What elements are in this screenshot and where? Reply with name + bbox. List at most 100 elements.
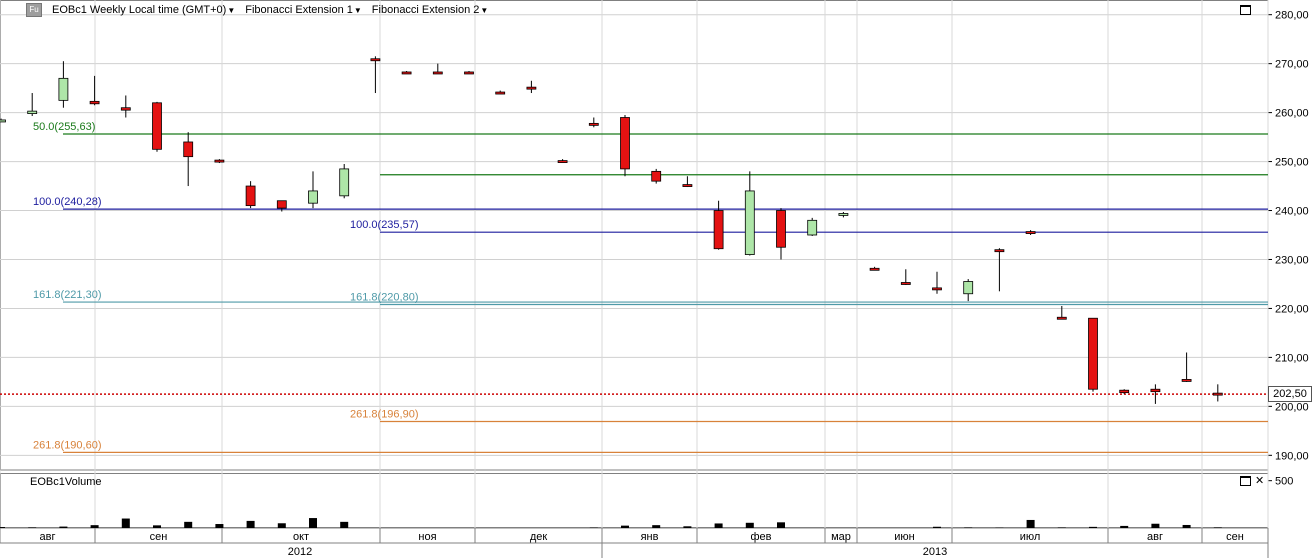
candle-body	[588, 122, 599, 126]
candle-body	[1025, 231, 1036, 234]
volume-bar	[1026, 519, 1035, 528]
fib-level-label: 261.8(196,90)	[350, 409, 419, 421]
volume-bar	[745, 522, 754, 528]
candle	[339, 164, 350, 199]
candle	[682, 176, 693, 188]
candle	[994, 248, 1005, 292]
volume-bar	[246, 520, 255, 528]
month-label: мар	[831, 531, 851, 543]
candle	[744, 171, 755, 256]
candle	[495, 90, 506, 95]
volume-pane-frame	[0, 473, 1269, 528]
price-tick-label: 240,00	[1275, 206, 1309, 218]
volume-bar	[621, 525, 629, 528]
candle	[776, 208, 786, 260]
fib-level-label: 161.8(221,30)	[33, 289, 102, 301]
candle-body	[245, 185, 256, 207]
candle-body	[276, 200, 287, 209]
month-label: сен	[1226, 531, 1244, 543]
candle-body	[432, 71, 443, 75]
candle-body	[776, 210, 786, 248]
candle-body	[183, 141, 194, 158]
month-label: ноя	[418, 531, 436, 543]
volume-bar	[215, 524, 224, 528]
candle-body	[495, 91, 506, 95]
candle	[557, 159, 568, 163]
candle	[526, 80, 537, 94]
volume-bar	[90, 525, 99, 528]
symbol-badge[interactable]: Fu	[26, 3, 42, 17]
candle-body	[1056, 316, 1067, 320]
candle	[432, 63, 443, 75]
price-tick-label: 230,00	[1275, 254, 1309, 266]
study-fib-extension-2[interactable]: Fibonacci Extension 2▼	[372, 4, 489, 16]
candle-body	[152, 102, 162, 150]
candle	[276, 200, 287, 212]
price-tick-label: 200,00	[1275, 401, 1309, 413]
candle-body	[27, 110, 38, 114]
candle-body	[651, 170, 662, 182]
candle-body	[58, 77, 69, 101]
candle-body	[308, 190, 318, 204]
chevron-down-icon: ▼	[353, 6, 362, 15]
volume-bar	[1151, 523, 1160, 528]
candle-body	[838, 213, 849, 216]
chart-header: Fu EOBc1 Weekly Local time (GMT+0)▼ Fibo…	[26, 3, 488, 17]
candle-body	[1088, 317, 1098, 390]
volume-bar	[340, 521, 349, 528]
candle-body	[526, 86, 537, 90]
candle	[1025, 230, 1036, 235]
close-volume-pane-icon[interactable]: ✕	[1255, 476, 1264, 487]
volume-bar	[59, 526, 68, 528]
candle	[89, 75, 100, 106]
candle-body	[120, 107, 131, 111]
price-chart-svg[interactable]: 190,00 200,00 210,00 220,00 230,00 240,00 250,…	[0, 0, 1316, 558]
price-tick-label: 270,00	[1275, 59, 1309, 71]
candle-body	[1150, 388, 1161, 393]
month-label: фев	[750, 531, 771, 543]
price-pane-frame	[0, 0, 1269, 471]
symbol-title: EOBc1 Weekly Local time (GMT+0)	[52, 4, 227, 16]
volume-tick-label: 500	[1275, 476, 1293, 488]
month-label: июн	[894, 531, 914, 543]
candle	[620, 115, 630, 177]
volume-bar	[277, 523, 286, 528]
candle-body	[0, 119, 6, 123]
candle	[932, 271, 942, 294]
candle	[152, 101, 162, 152]
candle	[464, 70, 474, 75]
study-label: Fibonacci Extension 2	[371, 4, 480, 16]
symbol-title-dropdown[interactable]: EOBc1 Weekly Local time (GMT+0)▼	[52, 4, 235, 16]
volume-pane-title: EOBc1Volume	[30, 476, 102, 488]
candle-body	[932, 287, 942, 291]
candle-body	[464, 71, 474, 75]
month-label: авг	[1147, 531, 1163, 543]
candle-body	[89, 100, 100, 105]
candle-body	[214, 159, 225, 163]
chevron-down-icon: ▼	[480, 6, 489, 15]
candle	[713, 200, 724, 250]
volume-bar	[309, 518, 317, 528]
price-tick-label: 220,00	[1275, 303, 1309, 315]
maximize-volume-pane-icon[interactable]	[1240, 476, 1251, 486]
candle-body	[1119, 389, 1130, 394]
candle-body	[713, 210, 724, 250]
candle	[651, 168, 662, 184]
candle	[308, 171, 318, 209]
candle-body	[370, 58, 381, 62]
year-label: 2012	[288, 546, 312, 558]
candle-body	[807, 219, 818, 236]
candle	[869, 266, 880, 271]
month-label: янв	[641, 531, 659, 543]
candle-body	[900, 282, 911, 285]
study-fib-extension-1[interactable]: Fibonacci Extension 1▼	[245, 4, 362, 16]
candle	[963, 279, 974, 302]
fib-level-label: 100.0(240,28)	[33, 196, 102, 208]
candle	[0, 118, 6, 123]
volume-bar	[683, 526, 692, 528]
maximize-price-pane-icon[interactable]	[1240, 5, 1251, 15]
candle	[370, 56, 381, 94]
candle	[245, 181, 256, 209]
volume-bar	[1120, 525, 1129, 528]
volume-bar	[1089, 526, 1097, 528]
